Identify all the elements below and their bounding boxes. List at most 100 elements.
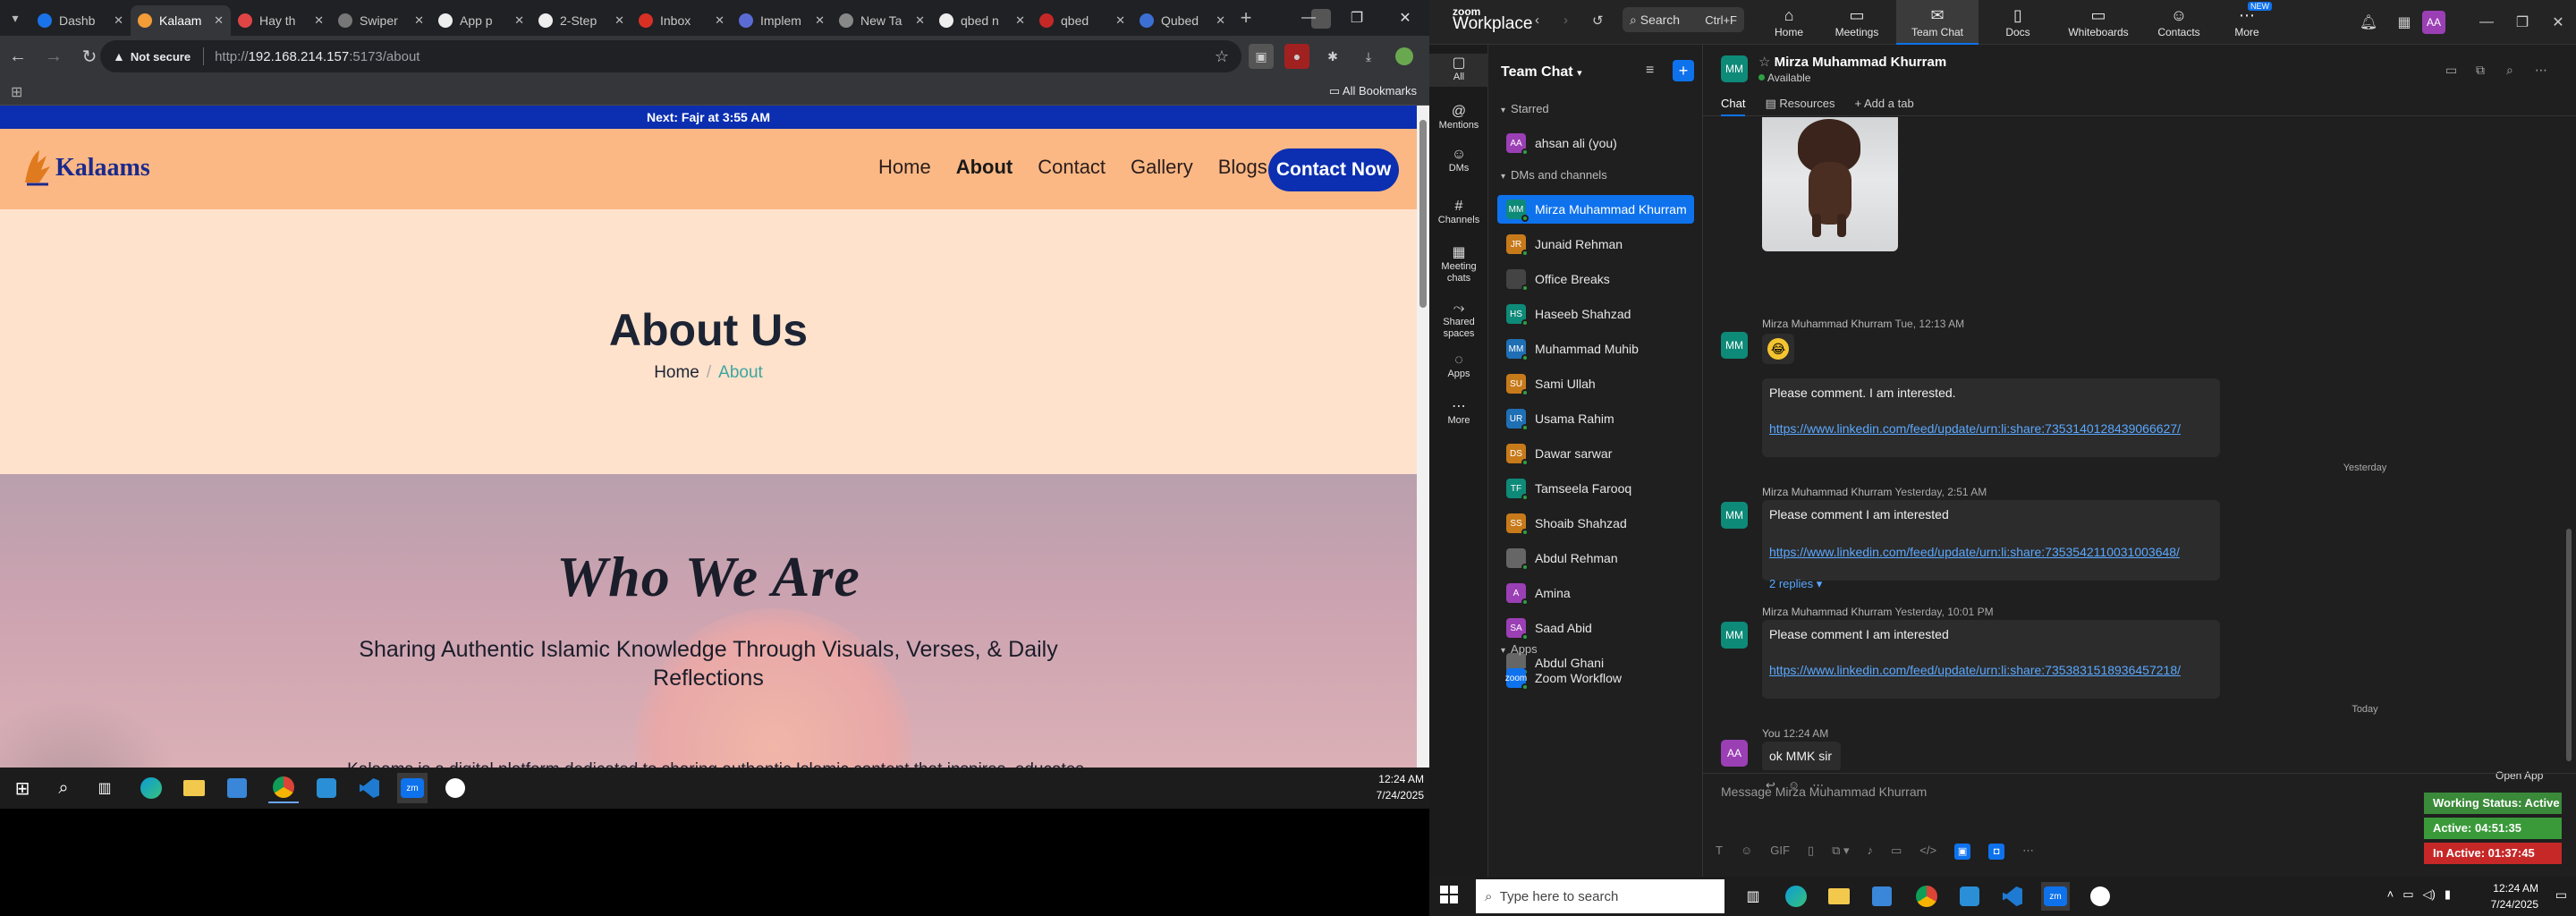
- close-icon[interactable]: ✕: [2540, 13, 2576, 31]
- page-scrollbar[interactable]: [1417, 106, 1429, 768]
- close-icon[interactable]: ✕: [214, 13, 224, 28]
- rail-item-dms[interactable]: ☺ DMs: [1429, 145, 1488, 178]
- store-icon[interactable]: [1868, 882, 1896, 911]
- apps-section-header[interactable]: ▾ Apps: [1501, 642, 1538, 656]
- profile-avatar[interactable]: [1392, 44, 1417, 69]
- video-icon[interactable]: ▭: [2445, 63, 2457, 78]
- sidebar-item[interactable]: A Amina: [1497, 579, 1694, 607]
- close-icon[interactable]: ✕: [1381, 0, 1429, 36]
- close-icon[interactable]: ✕: [414, 13, 424, 28]
- app-taskbar-icon[interactable]: [2086, 882, 2114, 911]
- breadcrumb-home-link[interactable]: Home: [654, 363, 699, 382]
- rail-item-more[interactable]: ⋯ More: [1429, 397, 1488, 430]
- rail-item-mentions[interactable]: @ Mentions: [1429, 102, 1488, 135]
- new-tab-button[interactable]: +: [1233, 6, 1259, 30]
- browser-tab[interactable]: Dashb ✕: [30, 5, 131, 36]
- browser-tab[interactable]: New Ta ✕: [832, 5, 932, 36]
- site-logo[interactable]: Kalaams: [20, 147, 150, 190]
- right-taskbar-clock[interactable]: 12:24 AM 7/24/2025: [2491, 880, 2538, 912]
- emoji-icon[interactable]: ☺: [1741, 844, 1752, 860]
- avatar[interactable]: MM: [1721, 55, 1748, 82]
- forward-icon[interactable]: →: [36, 38, 72, 74]
- browser-tab[interactable]: Hay th ✕: [231, 5, 331, 36]
- close-icon[interactable]: ✕: [715, 13, 724, 28]
- minimize-icon[interactable]: —: [2469, 14, 2504, 30]
- message-link[interactable]: https://www.linkedin.com/feed/update/urn…: [1769, 421, 2181, 436]
- store-icon[interactable]: [222, 773, 252, 803]
- close-icon[interactable]: ✕: [1015, 13, 1025, 28]
- attach-file-icon[interactable]: ▯: [1808, 844, 1814, 860]
- tab-docs[interactable]: ▯ Docs: [1989, 0, 2046, 45]
- replies-link[interactable]: 2 replies ▾: [1769, 577, 1822, 591]
- left-taskbar-clock[interactable]: 12:24 AM 7/24/2025: [1377, 771, 1424, 803]
- sidebar-item[interactable]: UR Usama Rahim: [1497, 404, 1694, 433]
- contact-now-button[interactable]: Contact Now: [1268, 148, 1399, 191]
- message-link[interactable]: https://www.linkedin.com/feed/update/urn…: [1769, 663, 2181, 677]
- sidebar-item[interactable]: Office Breaks: [1497, 265, 1694, 293]
- message-input[interactable]: Message Mirza Muhammad Khurram: [1721, 785, 1927, 799]
- app-icon[interactable]: ◘: [1988, 844, 2005, 860]
- back-icon[interactable]: ‹: [1535, 13, 1539, 28]
- format-text-icon[interactable]: T: [1716, 844, 1723, 860]
- zoom-taskbar-icon[interactable]: zm: [2041, 882, 2070, 911]
- close-icon[interactable]: ✕: [1216, 13, 1225, 28]
- avatar[interactable]: MM: [1721, 332, 1748, 359]
- nav-link-about[interactable]: About: [956, 156, 1013, 179]
- browser-tab[interactable]: qbed n ✕: [932, 5, 1032, 36]
- nav-link-blogs[interactable]: Blogs: [1218, 156, 1267, 179]
- extension-icon[interactable]: ▣: [1249, 44, 1274, 69]
- maximize-icon[interactable]: ❐: [2504, 13, 2540, 31]
- chrome-taskbar-icon[interactable]: [1912, 882, 1941, 911]
- screenshot-icon[interactable]: ⧉ ▾: [1832, 844, 1849, 860]
- tab-search-icon[interactable]: ▾: [0, 0, 30, 36]
- app-taskbar-icon[interactable]: [440, 773, 470, 803]
- tab-team-chat[interactable]: ✉ Team Chat: [1896, 0, 1979, 45]
- search-icon[interactable]: ⌕: [2506, 63, 2513, 78]
- browser-tab[interactable]: Implem ✕: [732, 5, 832, 36]
- avatar[interactable]: MM: [1721, 502, 1748, 529]
- maximize-icon[interactable]: ❐: [1333, 0, 1381, 36]
- tab-chat[interactable]: Chat: [1721, 97, 1746, 116]
- rail-item-meeting-chats[interactable]: ▦ Meeting chats: [1429, 243, 1488, 288]
- volume-icon[interactable]: ◁): [2423, 887, 2436, 902]
- browser-tab[interactable]: Qubed ✕: [1132, 5, 1233, 36]
- sidebar-item[interactable]: MM Muhammad Muhib: [1497, 335, 1694, 363]
- sidebar-item[interactable]: MM Mirza Muhammad Khurram: [1497, 195, 1694, 224]
- forward-icon[interactable]: ›: [1563, 13, 1568, 28]
- vscode-icon[interactable]: [1998, 882, 2027, 911]
- vscode-alt-icon[interactable]: [1955, 882, 1984, 911]
- minimize-icon[interactable]: —: [1284, 0, 1333, 36]
- vscode-alt-icon[interactable]: [311, 773, 342, 803]
- nav-link-contact[interactable]: Contact: [1038, 156, 1106, 179]
- close-icon[interactable]: ✕: [815, 13, 825, 28]
- scrollbar-thumb[interactable]: [1419, 120, 1427, 308]
- chevron-up-icon[interactable]: ˄: [2387, 887, 2394, 902]
- starred-section-header[interactable]: ▾ Starred: [1501, 102, 1549, 115]
- history-icon[interactable]: ↺: [1592, 13, 1604, 29]
- new-chat-button[interactable]: +: [1673, 60, 1694, 81]
- rail-item-channels[interactable]: # Channels: [1429, 197, 1488, 230]
- tab-whiteboards[interactable]: ▭ Whiteboards: [2057, 0, 2140, 45]
- chrome-taskbar-icon[interactable]: [268, 773, 299, 803]
- scrollbar-thumb[interactable]: [2566, 529, 2572, 761]
- rail-item-all[interactable]: ▢ All: [1429, 54, 1488, 87]
- network-icon[interactable]: ▭: [2402, 887, 2413, 902]
- browser-tab[interactable]: qbed ✕: [1032, 5, 1132, 36]
- extension-icon[interactable]: ●: [1284, 44, 1309, 69]
- emoji-message[interactable]: 😂︎: [1762, 334, 1794, 364]
- browser-tab[interactable]: Swiper ✕: [331, 5, 431, 36]
- tab-home[interactable]: ⌂ Home: [1760, 0, 1818, 45]
- close-icon[interactable]: ✕: [114, 13, 123, 28]
- video-message-icon[interactable]: ▭: [1891, 844, 1902, 860]
- all-bookmarks-link[interactable]: ▭ All Bookmarks: [1329, 84, 1417, 98]
- chat-title[interactable]: ☆ Mirza Muhammad Khurram: [1758, 54, 1946, 70]
- nav-link-home[interactable]: Home: [878, 156, 931, 179]
- address-bar[interactable]: ▲ Not secure http://192.168.214.157:5173…: [100, 40, 1241, 72]
- task-view-icon[interactable]: ▥: [89, 773, 120, 803]
- downloads-icon[interactable]: ⤓: [1356, 44, 1381, 69]
- file-explorer-icon[interactable]: [179, 773, 209, 803]
- browser-tab[interactable]: 2-Step ✕: [531, 5, 631, 36]
- zoom-taskbar-icon[interactable]: zm: [397, 773, 428, 803]
- vscode-icon[interactable]: [354, 773, 385, 803]
- avatar[interactable]: MM: [1721, 622, 1748, 649]
